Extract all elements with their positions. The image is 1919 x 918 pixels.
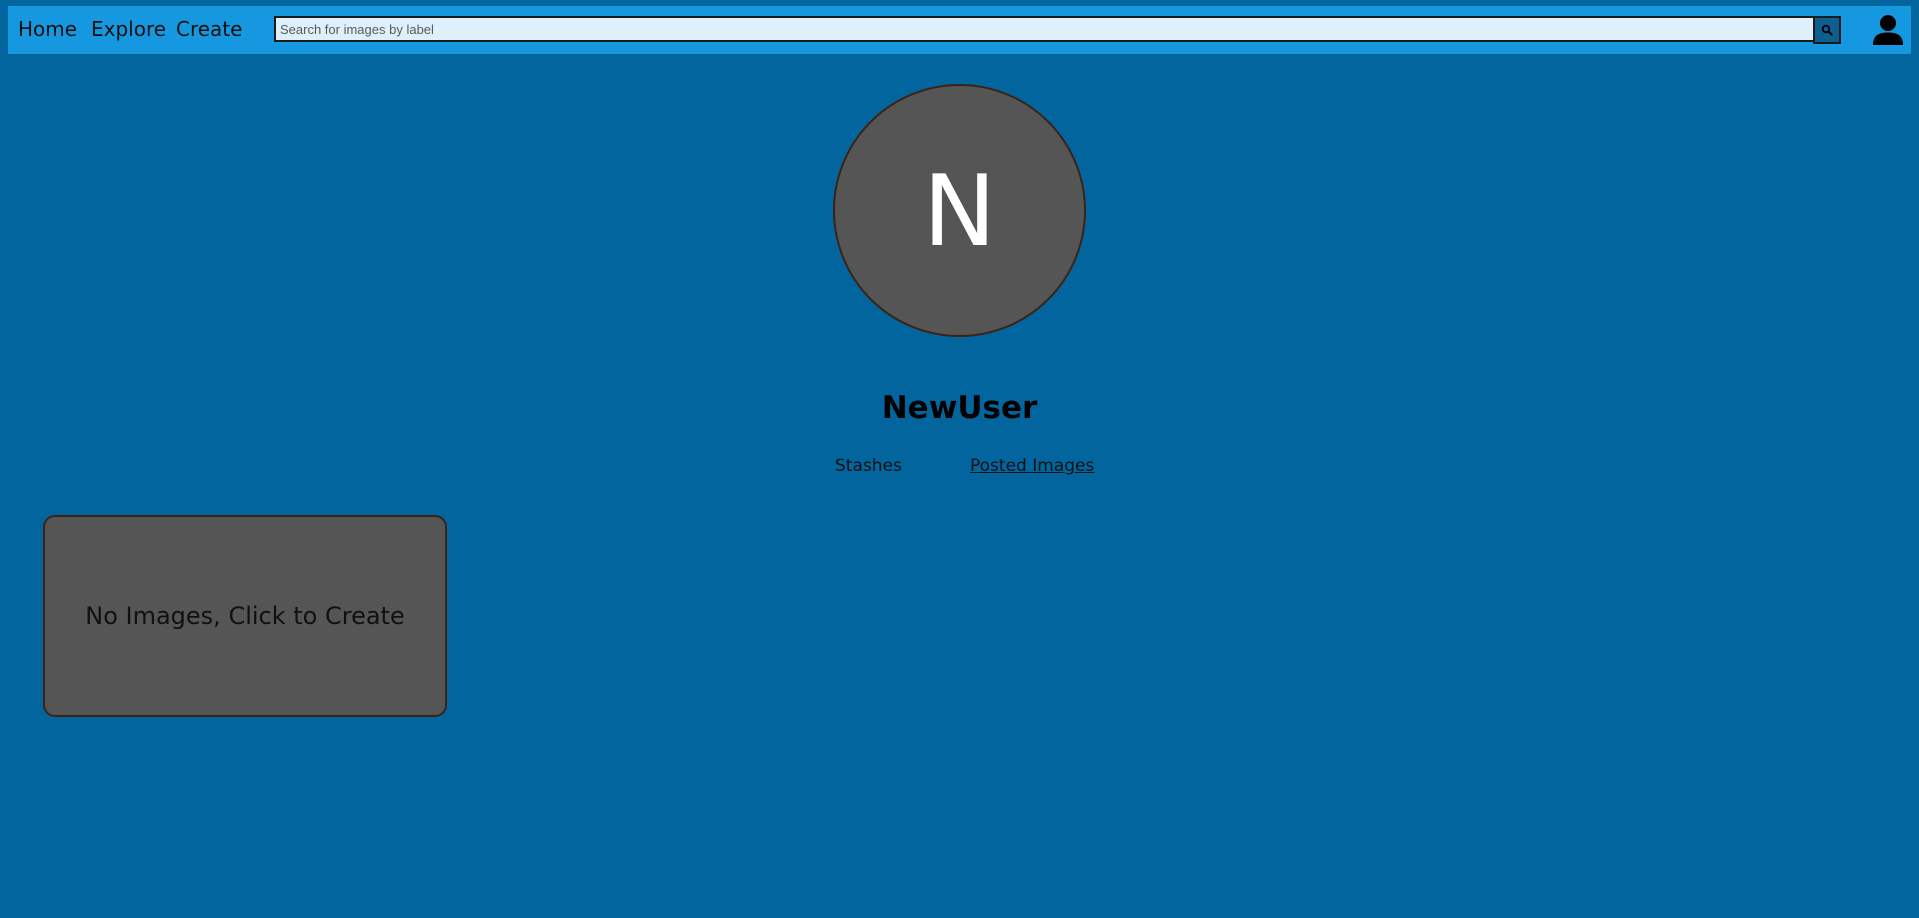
user-account-button[interactable] <box>1870 12 1906 48</box>
nav-explore-link[interactable]: Explore <box>91 19 166 39</box>
avatar-initial: N <box>922 154 997 269</box>
search-input[interactable] <box>274 16 1814 42</box>
nav-home-link[interactable]: Home <box>18 19 77 39</box>
tab-stashes[interactable]: Stashes <box>835 458 902 475</box>
search-button[interactable] <box>1813 16 1841 44</box>
profile-avatar: N <box>833 84 1086 337</box>
nav-create-link[interactable]: Create <box>176 19 242 39</box>
profile-username: NewUser <box>881 390 1038 426</box>
create-card-label: No Images, Click to Create <box>85 602 405 630</box>
tab-posted-images[interactable]: Posted Images <box>970 458 1094 475</box>
create-image-card[interactable]: No Images, Click to Create <box>43 515 447 717</box>
top-navbar: Home Explore Create <box>8 6 1911 54</box>
user-icon <box>1873 15 1903 45</box>
search-icon <box>1821 24 1833 36</box>
